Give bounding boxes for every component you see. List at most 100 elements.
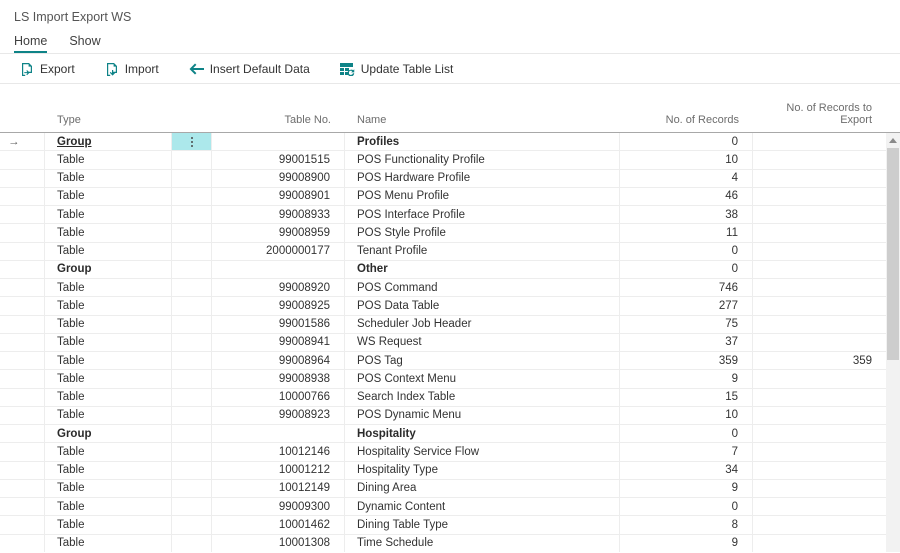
table-row[interactable]: Table 99001586Scheduler Job Header75 — [0, 316, 900, 334]
cell-no-of-records[interactable]: 37 — [620, 334, 753, 352]
column-header-no-of-records[interactable]: No. of Records — [620, 114, 753, 132]
cell-no-of-records[interactable]: 746 — [620, 279, 753, 297]
cell-no-of-records[interactable]: 4 — [620, 170, 753, 188]
cell-table-no[interactable]: 10001212 — [212, 462, 345, 480]
cell-type[interactable]: Table — [45, 297, 172, 315]
cell-type[interactable]: Group — [45, 133, 172, 151]
cell-type[interactable]: Table — [45, 516, 172, 534]
column-header-name[interactable]: Name — [345, 114, 620, 132]
cell-no-of-records-to-export[interactable] — [753, 370, 886, 388]
cell-no-of-records[interactable]: 7 — [620, 443, 753, 461]
cell-no-of-records-to-export[interactable] — [753, 297, 886, 315]
table-row[interactable]: Table10001308Time Schedule9 — [0, 535, 900, 553]
cell-no-of-records-to-export[interactable] — [753, 480, 886, 498]
table-row[interactable]: Table10012149Dining Area9 — [0, 480, 900, 498]
cell-table-no[interactable]: 99008923 — [212, 407, 345, 425]
cell-table-no[interactable]: 10001462 — [212, 516, 345, 534]
cell-no-of-records-to-export[interactable] — [753, 407, 886, 425]
scrollbar-thumb[interactable] — [887, 148, 899, 360]
cell-type[interactable]: Table — [45, 224, 172, 242]
cell-name[interactable]: POS Context Menu — [345, 370, 620, 388]
export-button[interactable]: Export — [20, 62, 75, 77]
cell-no-of-records-to-export[interactable]: 359 — [753, 352, 886, 370]
cell-table-no[interactable] — [212, 261, 345, 279]
column-header-table-no[interactable]: Table No. — [212, 114, 345, 132]
update-table-list-button[interactable]: Update Table List — [340, 62, 454, 76]
cell-name[interactable]: Hospitality — [345, 425, 620, 443]
cell-name[interactable]: POS Style Profile — [345, 224, 620, 242]
cell-name[interactable]: Dining Area — [345, 480, 620, 498]
cell-name[interactable]: Hospitality Service Flow — [345, 443, 620, 461]
cell-no-of-records[interactable]: 0 — [620, 425, 753, 443]
cell-name[interactable]: Profiles — [345, 133, 620, 151]
cell-no-of-records-to-export[interactable] — [753, 498, 886, 516]
cell-no-of-records-to-export[interactable] — [753, 425, 886, 443]
table-row[interactable]: Table2000000177Tenant Profile0 — [0, 243, 900, 261]
cell-table-no[interactable]: 99001515 — [212, 151, 345, 169]
table-row[interactable]: Table 99008900POS Hardware Profile4 — [0, 170, 900, 188]
cell-name[interactable]: POS Hardware Profile — [345, 170, 620, 188]
cell-type[interactable]: Table — [45, 535, 172, 553]
cell-no-of-records-to-export[interactable] — [753, 535, 886, 553]
cell-type[interactable]: Table — [45, 170, 172, 188]
scrollbar-up-arrow-icon[interactable] — [886, 133, 900, 147]
cell-type[interactable]: Table — [45, 334, 172, 352]
table-row[interactable]: Table10000766Search Index Table15 — [0, 389, 900, 407]
cell-name[interactable]: POS Command — [345, 279, 620, 297]
cell-table-no[interactable]: 99001586 — [212, 316, 345, 334]
cell-table-no[interactable]: 99008933 — [212, 206, 345, 224]
cell-table-no[interactable]: 99008920 — [212, 279, 345, 297]
cell-no-of-records-to-export[interactable] — [753, 188, 886, 206]
cell-table-no[interactable]: 99008900 — [212, 170, 345, 188]
cell-type[interactable]: Table — [45, 480, 172, 498]
cell-type[interactable]: Table — [45, 316, 172, 334]
table-row[interactable]: Table99008964POS Tag359359 — [0, 352, 900, 370]
cell-name[interactable]: Hospitality Type — [345, 462, 620, 480]
cell-type[interactable]: Table — [45, 188, 172, 206]
cell-no-of-records-to-export[interactable] — [753, 261, 886, 279]
cell-name[interactable]: Dining Table Type — [345, 516, 620, 534]
cell-no-of-records[interactable]: 9 — [620, 480, 753, 498]
cell-no-of-records-to-export[interactable] — [753, 224, 886, 242]
cell-no-of-records-to-export[interactable] — [753, 316, 886, 334]
table-row[interactable]: Table10001462Dining Table Type8 — [0, 516, 900, 534]
cell-table-no[interactable] — [212, 425, 345, 443]
table-row[interactable]: Table10012146Hospitality Service Flow7 — [0, 443, 900, 461]
table-row[interactable]: Table10001212Hospitality Type34 — [0, 462, 900, 480]
cell-name[interactable]: POS Menu Profile — [345, 188, 620, 206]
cell-type[interactable]: Table — [45, 279, 172, 297]
cell-no-of-records[interactable]: 75 — [620, 316, 753, 334]
cell-no-of-records[interactable]: 359 — [620, 352, 753, 370]
cell-table-no[interactable]: 99008901 — [212, 188, 345, 206]
cell-name[interactable]: POS Data Table — [345, 297, 620, 315]
cell-table-no[interactable]: 10001308 — [212, 535, 345, 553]
cell-type[interactable]: Table — [45, 206, 172, 224]
cell-name[interactable]: Tenant Profile — [345, 243, 620, 261]
cell-type[interactable]: Table — [45, 243, 172, 261]
cell-name[interactable]: Scheduler Job Header — [345, 316, 620, 334]
cell-type[interactable]: Table — [45, 352, 172, 370]
cell-table-no[interactable]: 99008938 — [212, 370, 345, 388]
cell-no-of-records-to-export[interactable] — [753, 389, 886, 407]
cell-no-of-records-to-export[interactable] — [753, 516, 886, 534]
cell-no-of-records[interactable]: 0 — [620, 498, 753, 516]
table-row[interactable]: Table99009300Dynamic Content0 — [0, 498, 900, 516]
cell-no-of-records[interactable]: 9 — [620, 370, 753, 388]
cell-no-of-records-to-export[interactable] — [753, 206, 886, 224]
tab-home[interactable]: Home — [14, 34, 47, 53]
cell-type[interactable]: Table — [45, 151, 172, 169]
cell-table-no[interactable]: 99008959 — [212, 224, 345, 242]
cell-type[interactable]: Group — [45, 425, 172, 443]
cell-no-of-records-to-export[interactable] — [753, 170, 886, 188]
cell-table-no[interactable]: 10000766 — [212, 389, 345, 407]
cell-table-no[interactable]: 2000000177 — [212, 243, 345, 261]
cell-no-of-records[interactable]: 9 — [620, 535, 753, 553]
row-options-menu-button[interactable] — [172, 133, 211, 150]
cell-table-no[interactable] — [212, 133, 345, 151]
table-row[interactable]: Table99008959POS Style Profile11 — [0, 224, 900, 242]
cell-no-of-records[interactable]: 10 — [620, 407, 753, 425]
cell-type[interactable]: Table — [45, 462, 172, 480]
cell-name[interactable]: Dynamic Content — [345, 498, 620, 516]
cell-no-of-records-to-export[interactable] — [753, 279, 886, 297]
table-row[interactable]: Table99008901POS Menu Profile46 — [0, 188, 900, 206]
